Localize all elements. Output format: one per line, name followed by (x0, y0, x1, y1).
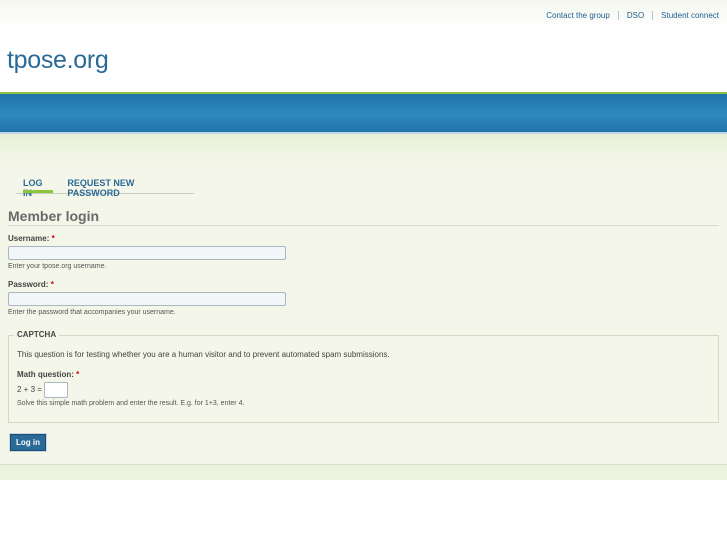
top-bar: Contact the group DSO Student connect (0, 0, 727, 30)
tab-log-in[interactable]: LOG IN (16, 178, 60, 198)
password-input[interactable] (8, 292, 286, 306)
username-label: Username: * (8, 234, 55, 243)
tab-request-new-password[interactable]: REQUEST NEW PASSWORD (60, 178, 194, 198)
footer-band (0, 464, 727, 480)
student-connect-link[interactable]: Student connect (652, 11, 719, 20)
username-description: Enter your tpose.org username. (8, 263, 107, 270)
password-required-mark: * (50, 280, 54, 289)
tabs: LOG IN REQUEST NEW PASSWORD (16, 178, 194, 198)
username-required-mark: * (51, 234, 55, 243)
password-label-text: Password: (8, 280, 49, 289)
captcha-fieldset: CAPTCHA This question is for testing whe… (8, 330, 719, 423)
page-title: Member login (8, 208, 100, 224)
math-question-required-mark: * (76, 370, 80, 379)
math-question-description: Solve this simple math problem and enter… (17, 400, 245, 407)
top-links: Contact the group DSO Student connect (538, 11, 719, 20)
main-content: LOG IN REQUEST NEW PASSWORD Member login… (0, 162, 727, 464)
dso-link[interactable]: DSO (617, 11, 652, 20)
contact-the-group-link[interactable]: Contact the group (538, 11, 618, 20)
site-name[interactable]: tpose.org (7, 46, 109, 75)
username-input[interactable] (8, 246, 286, 260)
math-question-label: Math question: * (17, 370, 79, 379)
math-equation: 2 + 3 = (17, 385, 42, 394)
log-in-button[interactable]: Log in (10, 434, 46, 451)
password-label: Password: * (8, 280, 54, 289)
password-description: Enter the password that accompanies your… (8, 309, 176, 316)
sub-header-band (0, 134, 727, 162)
title-divider (8, 225, 719, 226)
navigation-bar (0, 94, 727, 132)
captcha-explanation: This question is for testing whether you… (17, 350, 390, 359)
captcha-legend: CAPTCHA (14, 330, 60, 339)
username-label-text: Username: (8, 234, 50, 243)
math-answer-input[interactable] (44, 382, 68, 398)
math-question-label-text: Math question: (17, 370, 74, 379)
